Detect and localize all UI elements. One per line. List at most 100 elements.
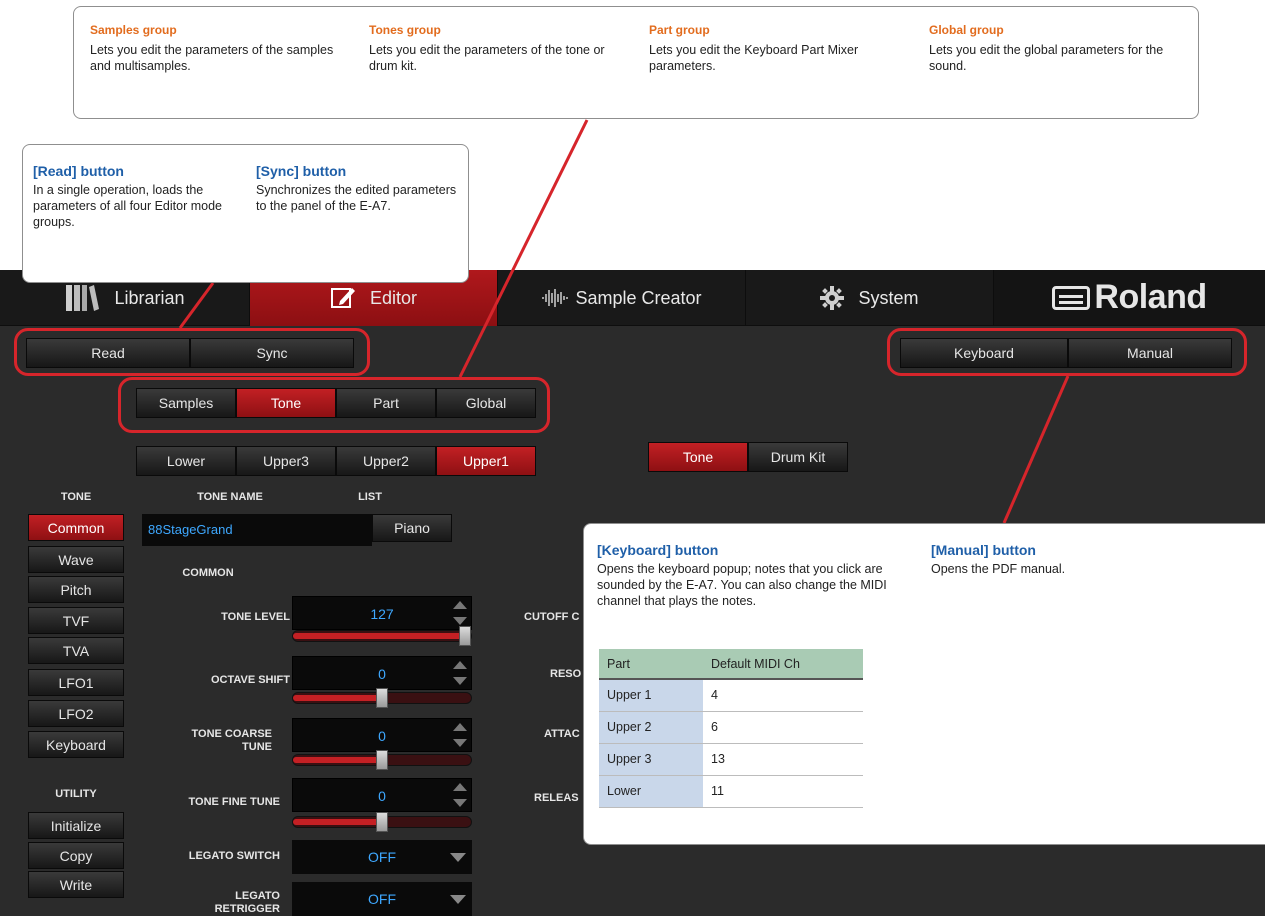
tone-list-button[interactable]: Piano (372, 514, 452, 542)
legato-retrigger-value: OFF (368, 891, 396, 907)
roland-logo: Roland (1052, 278, 1207, 317)
stepper-arrows-icon[interactable] (453, 783, 467, 807)
tone-name-field[interactable]: 88StageGrand (142, 514, 372, 546)
read-sync-callout: [Read] button In a single operation, loa… (22, 144, 469, 283)
keyboard-button-info: [Keyboard] button Opens the keyboard pop… (597, 542, 897, 609)
sidebar-item-wave[interactable]: Wave (28, 546, 124, 573)
midi-table-channel-cell: 4 (703, 679, 863, 712)
sync-button-text: Synchronizes the edited parameters to th… (256, 183, 457, 213)
legato-retrigger-dropdown[interactable]: OFF (292, 882, 472, 916)
tone-fine-tune-slider[interactable] (292, 812, 472, 832)
global-group-title: Global group (929, 23, 1004, 37)
part-group-text: Lets you edit the Keyboard Part Mixer pa… (649, 43, 859, 73)
tone-coarse-tune-slider[interactable] (292, 750, 472, 770)
keyboard-manual-callout: [Keyboard] button Opens the keyboard pop… (583, 523, 1265, 845)
manual-button[interactable]: Manual (1068, 338, 1232, 368)
tab-system-label: System (858, 287, 919, 308)
tab-sample-creator[interactable]: Sample Creator (498, 270, 746, 326)
sidebar-item-common[interactable]: Common (28, 514, 124, 541)
tab-editor-label: Editor (369, 287, 418, 308)
utility-write-button[interactable]: Write (28, 871, 124, 898)
sidebar-item-keyboard[interactable]: Keyboard (28, 731, 124, 758)
tones-group-title: Tones group (369, 23, 441, 37)
sidebar-item-tvf[interactable]: TVF (28, 607, 124, 634)
midi-table-channel-cell: 6 (703, 711, 863, 744)
tones-group-text: Lets you edit the parameters of the tone… (369, 43, 605, 73)
part-upper3-button[interactable]: Upper3 (236, 446, 336, 476)
read-button-text: In a single operation, loads the paramet… (33, 183, 222, 229)
stepper-arrows-icon[interactable] (453, 723, 467, 747)
legato-switch-dropdown[interactable]: OFF (292, 840, 472, 874)
part-upper1-button[interactable]: Upper1 (436, 446, 536, 476)
sidebar-item-lfo2[interactable]: LFO2 (28, 700, 124, 727)
sidebar-item-pitch[interactable]: Pitch (28, 576, 124, 603)
keyboard-button-title: [Keyboard] button (597, 542, 719, 558)
tones-group-info: Tones group Lets you edit the parameters… (369, 23, 614, 74)
table-row: Lower 11 (599, 775, 863, 808)
keyboard-button[interactable]: Keyboard (900, 338, 1068, 368)
sidebar-item-lfo1[interactable]: LFO1 (28, 669, 124, 696)
roland-logo-text: Roland (1094, 278, 1207, 316)
midi-table-header-part: Part (599, 649, 703, 680)
part-upper2-button[interactable]: Upper2 (336, 446, 436, 476)
stepper-arrows-icon[interactable] (453, 661, 467, 685)
read-button-info: [Read] button In a single operation, loa… (33, 163, 238, 230)
global-group-info: Global group Lets you edit the global pa… (929, 23, 1179, 74)
tone-level-slider[interactable] (292, 626, 472, 646)
read-button[interactable]: Read (26, 338, 190, 368)
midi-table-part-cell: Upper 3 (599, 743, 703, 776)
tone-coarse-tune-value[interactable]: 0 (292, 718, 472, 752)
midi-table-header-row: Part Default MIDI Ch (599, 649, 863, 680)
midi-table-channel-cell: 13 (703, 743, 863, 776)
gear-icon (820, 286, 845, 310)
table-row: Upper 2 6 (599, 711, 863, 744)
books-icon (66, 285, 100, 311)
midi-channel-table: Part Default MIDI Ch Upper 1 4 Upper 2 6… (599, 649, 863, 808)
samples-group-info: Samples group Lets you edit the paramete… (90, 23, 340, 74)
edit-icon (330, 288, 355, 308)
table-row: Upper 3 13 (599, 743, 863, 776)
group-part-button[interactable]: Part (336, 388, 436, 418)
octave-shift-slider[interactable] (292, 688, 472, 708)
manual-button-text: Opens the PDF manual. (931, 562, 1066, 576)
utility-initialize-button[interactable]: Initialize (28, 812, 124, 839)
groups-callout: Samples group Lets you edit the paramete… (73, 6, 1199, 119)
tone-fine-tune-label: TONE FINE TUNE (188, 796, 280, 808)
tone-level-value[interactable]: 127 (292, 596, 472, 630)
midi-table-part-cell: Upper 2 (599, 711, 703, 744)
tone-fine-tune-value-text: 0 (378, 788, 386, 804)
tab-system[interactable]: System (746, 270, 994, 326)
stepper-arrows-icon[interactable] (453, 601, 467, 625)
legato-switch-value: OFF (368, 849, 396, 865)
tone-type-drum-kit-button[interactable]: Drum Kit (748, 442, 848, 472)
midi-table-part-cell: Upper 1 (599, 679, 703, 712)
tone-heading: TONE (60, 491, 92, 503)
legato-retrigger-label: LEGATO RETRIGGER (214, 890, 280, 915)
tone-coarse-tune-label: TONE COARSE TUNE (191, 728, 272, 753)
midi-table-part-cell: Lower (599, 775, 703, 808)
common-section-heading: COMMON (182, 567, 234, 579)
tone-level-value-text: 127 (370, 606, 394, 622)
utility-copy-button[interactable]: Copy (28, 842, 124, 869)
sync-button[interactable]: Sync (190, 338, 354, 368)
legato-switch-label: LEGATO SWITCH (188, 850, 280, 862)
group-global-button[interactable]: Global (436, 388, 536, 418)
sync-button-title: [Sync] button (256, 163, 347, 179)
midi-table-header-channel: Default MIDI Ch (703, 649, 863, 680)
octave-shift-label: OCTAVE SHIFT (210, 674, 290, 686)
keyboard-button-text: Opens the keyboard popup; notes that you… (597, 562, 887, 608)
manual-button-title: [Manual] button (931, 542, 1036, 558)
sidebar-item-tva[interactable]: TVA (28, 637, 124, 664)
tone-type-tone-button[interactable]: Tone (648, 442, 748, 472)
group-tone-button[interactable]: Tone (236, 388, 336, 418)
group-samples-button[interactable]: Samples (136, 388, 236, 418)
brand-area: Roland (994, 270, 1265, 325)
tab-librarian-label: Librarian (114, 287, 185, 308)
octave-shift-value[interactable]: 0 (292, 656, 472, 690)
tone-coarse-tune-value-text: 0 (378, 728, 386, 744)
read-button-title: [Read] button (33, 163, 124, 179)
tone-fine-tune-value[interactable]: 0 (292, 778, 472, 812)
part-lower-button[interactable]: Lower (136, 446, 236, 476)
global-group-text: Lets you edit the global parameters for … (929, 43, 1164, 73)
samples-group-title: Samples group (90, 23, 177, 37)
